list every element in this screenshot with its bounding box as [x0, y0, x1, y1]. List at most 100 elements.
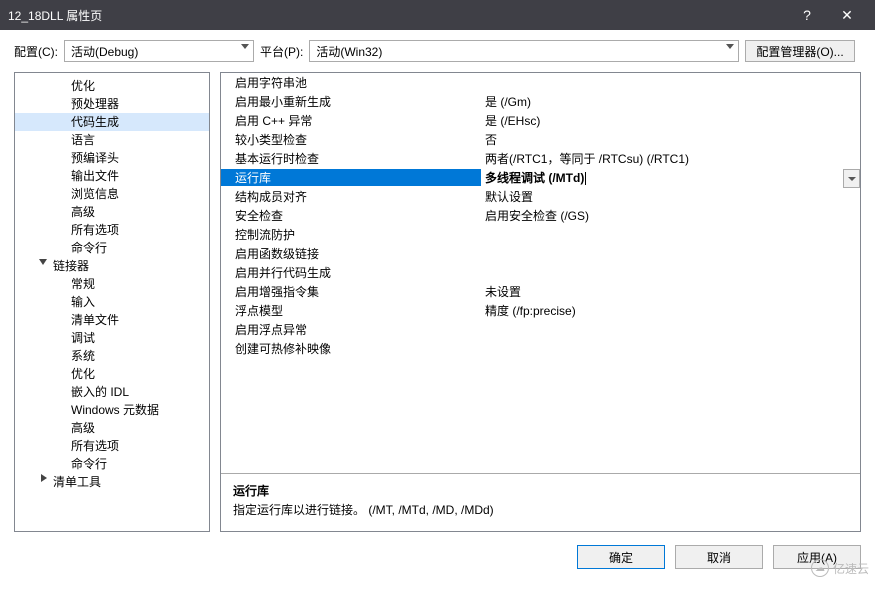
tree-item-label: 清单文件	[71, 313, 119, 327]
property-row[interactable]: 基本运行时检查两者(/RTC1，等同于 /RTCsu) (/RTC1)	[221, 149, 860, 168]
tree-item-label: 语言	[71, 133, 95, 147]
tree-item-label: 输入	[71, 295, 95, 309]
config-label: 配置(C):	[14, 43, 58, 60]
tree-item[interactable]: 常规	[15, 275, 209, 293]
property-name: 启用最小重新生成	[221, 93, 481, 110]
platform-label: 平台(P):	[260, 43, 303, 60]
ok-button[interactable]: 确定	[577, 545, 665, 569]
tree-item[interactable]: Windows 元数据	[15, 401, 209, 419]
tree-item[interactable]: 代码生成	[15, 113, 209, 131]
property-value[interactable]: 默认设置	[481, 188, 860, 205]
help-button[interactable]: ?	[787, 7, 827, 23]
platform-dropdown[interactable]: 活动(Win32)	[309, 40, 739, 62]
tree-item-label: 预处理器	[71, 97, 119, 111]
tree-item[interactable]: 输出文件	[15, 167, 209, 185]
tree-item[interactable]: 高级	[15, 203, 209, 221]
config-dropdown[interactable]: 活动(Debug)	[64, 40, 254, 62]
dropdown-button[interactable]	[843, 169, 860, 188]
config-value: 活动(Debug)	[71, 43, 231, 60]
tree-item[interactable]: 优化	[15, 77, 209, 95]
description-panel: 运行库 指定运行库以进行链接。 (/MT, /MTd, /MD, /MDd)	[221, 473, 860, 531]
property-row[interactable]: 浮点模型精度 (/fp:precise)	[221, 301, 860, 320]
tree-item[interactable]: 高级	[15, 419, 209, 437]
property-row[interactable]: 启用函数级链接	[221, 244, 860, 263]
close-button[interactable]: ✕	[827, 7, 867, 24]
caret-right-icon	[41, 474, 47, 482]
property-name: 启用 C++ 异常	[221, 112, 481, 129]
tree-item-label: 清单工具	[53, 475, 101, 489]
property-name: 启用字符串池	[221, 74, 481, 91]
property-row[interactable]: 启用并行代码生成	[221, 263, 860, 282]
property-row[interactable]: 运行库多线程调试 (/MTd)	[221, 168, 860, 187]
property-name: 运行库	[221, 169, 481, 186]
property-value[interactable]: 启用安全检查 (/GS)	[481, 207, 860, 224]
tree-item-label: 所有选项	[71, 223, 119, 237]
tree-item[interactable]: 所有选项	[15, 437, 209, 455]
dialog-footer: 确定 取消 应用(A)	[0, 532, 875, 582]
tree-item-label: 常规	[71, 277, 95, 291]
property-name: 浮点模型	[221, 302, 481, 319]
apply-button[interactable]: 应用(A)	[773, 545, 861, 569]
tree-item[interactable]: 语言	[15, 131, 209, 149]
tree-item-label: Windows 元数据	[71, 403, 159, 417]
property-panel: 启用字符串池启用最小重新生成是 (/Gm)启用 C++ 异常是 (/EHsc)较…	[220, 72, 861, 532]
tree-item-label: 优化	[71, 367, 95, 381]
property-name: 启用浮点异常	[221, 321, 481, 338]
property-name: 基本运行时检查	[221, 150, 481, 167]
window-title: 12_18DLL 属性页	[8, 7, 787, 24]
tree-item[interactable]: 清单文件	[15, 311, 209, 329]
tree-item-label: 调试	[71, 331, 95, 345]
property-row[interactable]: 安全检查启用安全检查 (/GS)	[221, 206, 860, 225]
property-value[interactable]: 精度 (/fp:precise)	[481, 302, 860, 319]
description-title: 运行库	[233, 482, 848, 499]
tree-item[interactable]: 嵌入的 IDL	[15, 383, 209, 401]
tree-item[interactable]: 调试	[15, 329, 209, 347]
property-row[interactable]: 启用浮点异常	[221, 320, 860, 339]
tree-group[interactable]: 链接器	[15, 257, 209, 275]
tree-item[interactable]: 优化	[15, 365, 209, 383]
tree-item[interactable]: 命令行	[15, 239, 209, 257]
property-row[interactable]: 结构成员对齐默认设置	[221, 187, 860, 206]
property-value[interactable]: 是 (/EHsc)	[481, 112, 860, 129]
tree-item-label: 预编译头	[71, 151, 119, 165]
tree-item[interactable]: 预编译头	[15, 149, 209, 167]
tree-item-label: 命令行	[71, 241, 107, 255]
chevron-down-icon	[241, 44, 249, 49]
platform-value: 活动(Win32)	[316, 43, 716, 60]
tree-item-label: 系统	[71, 349, 95, 363]
property-name: 启用增强指令集	[221, 283, 481, 300]
property-row[interactable]: 较小类型检查否	[221, 130, 860, 149]
tree-item[interactable]: 输入	[15, 293, 209, 311]
chevron-down-icon	[726, 44, 734, 49]
tree-item-label: 链接器	[53, 259, 89, 273]
property-row[interactable]: 启用增强指令集未设置	[221, 282, 860, 301]
property-value[interactable]: 多线程调试 (/MTd)	[481, 169, 860, 186]
property-value[interactable]: 否	[481, 131, 860, 148]
property-row[interactable]: 启用 C++ 异常是 (/EHsc)	[221, 111, 860, 130]
description-body: 指定运行库以进行链接。 (/MT, /MTd, /MD, /MDd)	[233, 501, 848, 518]
property-name: 控制流防护	[221, 226, 481, 243]
tree-item[interactable]: 预处理器	[15, 95, 209, 113]
property-grid: 启用字符串池启用最小重新生成是 (/Gm)启用 C++ 异常是 (/EHsc)较…	[221, 73, 860, 473]
property-row[interactable]: 启用字符串池	[221, 73, 860, 92]
tree-item-label: 代码生成	[71, 115, 119, 129]
tree-item[interactable]: 浏览信息	[15, 185, 209, 203]
tree-item[interactable]: 命令行	[15, 455, 209, 473]
tree-item-label: 优化	[71, 79, 95, 93]
category-tree[interactable]: 优化预处理器代码生成语言预编译头输出文件浏览信息高级所有选项命令行链接器常规输入…	[14, 72, 210, 532]
property-row[interactable]: 创建可热修补映像	[221, 339, 860, 358]
cancel-button[interactable]: 取消	[675, 545, 763, 569]
property-row[interactable]: 控制流防护	[221, 225, 860, 244]
tree-item-label: 浏览信息	[71, 187, 119, 201]
tree-item-label: 高级	[71, 205, 95, 219]
property-value[interactable]: 两者(/RTC1，等同于 /RTCsu) (/RTC1)	[481, 150, 860, 167]
property-value[interactable]: 是 (/Gm)	[481, 93, 860, 110]
tree-item[interactable]: 系统	[15, 347, 209, 365]
tree-item[interactable]: 所有选项	[15, 221, 209, 239]
property-row[interactable]: 启用最小重新生成是 (/Gm)	[221, 92, 860, 111]
property-name: 启用函数级链接	[221, 245, 481, 262]
tree-item-label: 所有选项	[71, 439, 119, 453]
tree-group[interactable]: 清单工具	[15, 473, 209, 491]
property-value[interactable]: 未设置	[481, 283, 860, 300]
config-manager-button[interactable]: 配置管理器(O)...	[745, 40, 854, 62]
